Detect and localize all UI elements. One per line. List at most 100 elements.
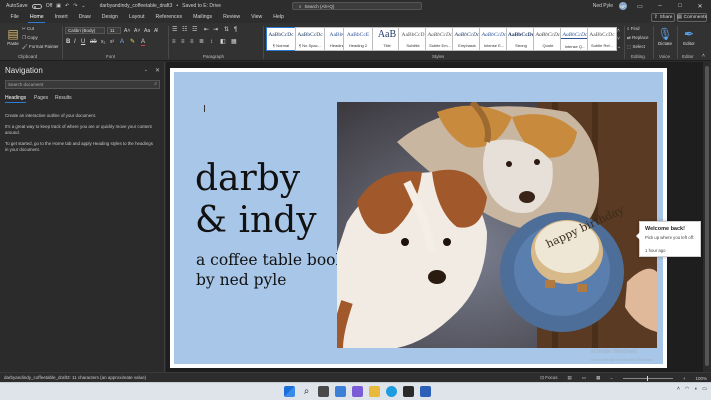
edge-browser-icon[interactable] bbox=[386, 386, 397, 397]
italic-icon[interactable]: I bbox=[74, 39, 76, 45]
tab-insert[interactable]: Insert bbox=[49, 12, 73, 23]
autosave-toggle[interactable] bbox=[31, 3, 42, 9]
tab-mailings[interactable]: Mailings bbox=[188, 12, 218, 23]
save-status[interactable]: Saved to E: Drive bbox=[182, 3, 221, 9]
format-painter-button[interactable]: 🖌 Format Painter bbox=[22, 44, 59, 50]
borders-icon[interactable]: ▦ bbox=[231, 39, 237, 45]
maximize-icon[interactable]: □ bbox=[673, 3, 687, 9]
file-explorer-icon[interactable] bbox=[369, 386, 380, 397]
read-mode-icon[interactable]: ▤ bbox=[568, 375, 572, 381]
save-icon[interactable]: ▣ bbox=[56, 3, 61, 9]
zoom-level[interactable]: 100% bbox=[695, 376, 707, 381]
ribbon-display-icon[interactable]: ▭ bbox=[633, 3, 647, 10]
select-button[interactable]: ⬚ Select bbox=[627, 44, 645, 50]
shrink-font-icon[interactable]: A˅ bbox=[134, 28, 140, 34]
toast-time[interactable]: 1 hour ago bbox=[645, 248, 666, 253]
styles-scroll-up-icon[interactable]: ˄ bbox=[617, 28, 620, 34]
tab-draw[interactable]: Draw bbox=[73, 12, 96, 23]
collapse-ribbon-icon[interactable]: ˄ bbox=[702, 53, 705, 59]
battery-icon[interactable]: ▭ bbox=[702, 386, 707, 392]
vertical-scrollbar[interactable] bbox=[703, 62, 711, 372]
copy-button[interactable]: ❐ Copy bbox=[22, 35, 38, 41]
bullets-icon[interactable]: ☰ bbox=[172, 27, 177, 33]
welcome-back-toast[interactable]: Welcome back! Pick up where you left off… bbox=[636, 221, 701, 257]
tab-review[interactable]: Review bbox=[218, 12, 246, 23]
volume-icon[interactable]: ◖ bbox=[694, 386, 697, 392]
style-subtle-reference[interactable]: AaBbCcDc Subtle Ref... bbox=[587, 27, 617, 51]
superscript-icon[interactable]: x² bbox=[110, 39, 114, 45]
align-center-icon[interactable]: ≡ bbox=[181, 39, 185, 45]
justify-icon[interactable]: ≣ bbox=[199, 39, 204, 45]
style-heading-2[interactable]: AaBbCcE Heading 2 bbox=[343, 27, 373, 51]
cut-button[interactable]: ✂ Cut bbox=[22, 26, 34, 32]
comments-button[interactable]: ▤ Comments bbox=[677, 13, 707, 22]
multilevel-list-icon[interactable]: ☲ bbox=[192, 27, 197, 33]
close-icon[interactable]: ✕ bbox=[155, 67, 160, 74]
close-icon[interactable]: ✕ bbox=[693, 3, 707, 10]
cover-title[interactable]: darby & indy bbox=[195, 158, 317, 242]
tab-references[interactable]: References bbox=[150, 12, 188, 23]
tab-headings[interactable]: Headings bbox=[5, 95, 27, 103]
paste-button[interactable]: ▤ Paste bbox=[2, 27, 24, 55]
tab-layout[interactable]: Layout bbox=[123, 12, 150, 23]
task-view-icon[interactable] bbox=[318, 386, 329, 397]
style-strong[interactable]: AaBbCcDc Strong bbox=[506, 27, 536, 51]
search-input[interactable]: ⌕ Search (Alt+Q) bbox=[292, 2, 422, 10]
print-layout-icon[interactable]: ▭ bbox=[582, 375, 586, 381]
style-no-spacing[interactable]: AaBbCcDc ¶ No Spac... bbox=[295, 27, 325, 51]
font-size-select[interactable]: 11 bbox=[107, 27, 121, 34]
document-area[interactable]: darby & indy a coffee table book by ned … bbox=[166, 62, 703, 372]
increase-indent-icon[interactable]: ⇥ bbox=[213, 27, 218, 33]
replace-button[interactable]: ⇄ Replace bbox=[627, 35, 649, 41]
editor-button[interactable]: ✒ Editor bbox=[678, 27, 700, 55]
quick-access-dropdown-icon[interactable]: ⌄ bbox=[81, 3, 85, 9]
nav-search-input[interactable]: Search document ⌕ bbox=[5, 80, 160, 89]
start-windows-icon[interactable] bbox=[284, 386, 295, 397]
redo-icon[interactable]: ↷ bbox=[73, 3, 77, 9]
word-count[interactable]: darbyandindy_coffeetable_draft3: 11 char… bbox=[4, 375, 146, 380]
style-intense-emphasis[interactable]: AaBbCcDc Intense E... bbox=[479, 27, 509, 51]
user-name[interactable]: Ned Pyle bbox=[593, 3, 613, 9]
subscript-icon[interactable]: x₂ bbox=[101, 39, 105, 45]
style-emphasis[interactable]: AaBbCcDc Emphasis bbox=[452, 27, 482, 51]
undo-icon[interactable]: ↶ bbox=[65, 3, 69, 9]
tab-view[interactable]: View bbox=[246, 12, 268, 23]
cover-subtitle[interactable]: a coffee table book by ned pyle bbox=[196, 250, 356, 290]
tab-file[interactable]: File bbox=[5, 12, 24, 23]
style-intense-quote[interactable]: AaBbCcDc Intense Q... bbox=[560, 27, 590, 51]
numbering-icon[interactable]: ☷ bbox=[182, 27, 187, 33]
tab-pages[interactable]: Pages bbox=[34, 95, 48, 101]
highlight-icon[interactable]: ✎ bbox=[130, 39, 135, 45]
dictate-button[interactable]: 🎙 Dictate bbox=[654, 27, 676, 55]
style-subtitle[interactable]: AaBbCcD Subtitle bbox=[398, 27, 428, 51]
zoom-in-icon[interactable]: + bbox=[683, 376, 686, 381]
store-icon[interactable] bbox=[403, 386, 414, 397]
wifi-icon[interactable]: ◠ bbox=[685, 386, 689, 392]
clear-formatting-icon[interactable]: A̸ bbox=[154, 28, 157, 34]
grow-font-icon[interactable]: A˄ bbox=[124, 28, 130, 34]
pilcrow-icon[interactable]: ¶ bbox=[234, 27, 237, 33]
search-icon[interactable]: ⌕ bbox=[154, 81, 157, 88]
share-button[interactable]: ⇪ Share bbox=[651, 13, 675, 22]
decrease-indent-icon[interactable]: ⇤ bbox=[204, 27, 209, 33]
underline-icon[interactable]: U bbox=[81, 39, 85, 45]
zoom-slider[interactable] bbox=[622, 375, 673, 381]
font-name-select[interactable]: Calibri (Body) bbox=[65, 27, 105, 34]
focus-button[interactable]: ⊡ Focus bbox=[540, 375, 557, 381]
strikethrough-icon[interactable]: ab bbox=[90, 39, 97, 45]
text-effects-icon[interactable]: A bbox=[120, 39, 124, 45]
style-quote[interactable]: AaBbCcDc Quote bbox=[533, 27, 563, 51]
line-spacing-icon[interactable]: ↕ bbox=[210, 39, 213, 45]
styles-scroll-down-icon[interactable]: ˅ bbox=[617, 36, 620, 42]
style-subtle-emphasis[interactable]: AaBbCcDc Subtle Em... bbox=[425, 27, 455, 51]
teams-chat-icon[interactable] bbox=[352, 386, 363, 397]
dogs-photo[interactable]: happy birthday bbox=[337, 102, 657, 348]
scrollbar-thumb[interactable] bbox=[705, 66, 709, 366]
sort-icon[interactable]: ⇅ bbox=[224, 27, 229, 33]
align-left-icon[interactable]: ≡ bbox=[172, 39, 176, 45]
shading-icon[interactable]: ◧ bbox=[220, 39, 226, 45]
avatar[interactable]: NP bbox=[619, 2, 627, 10]
change-case-icon[interactable]: Aa bbox=[144, 28, 150, 34]
document-page[interactable]: darby & indy a coffee table book by ned … bbox=[170, 68, 667, 368]
tab-help[interactable]: Help bbox=[268, 12, 290, 23]
